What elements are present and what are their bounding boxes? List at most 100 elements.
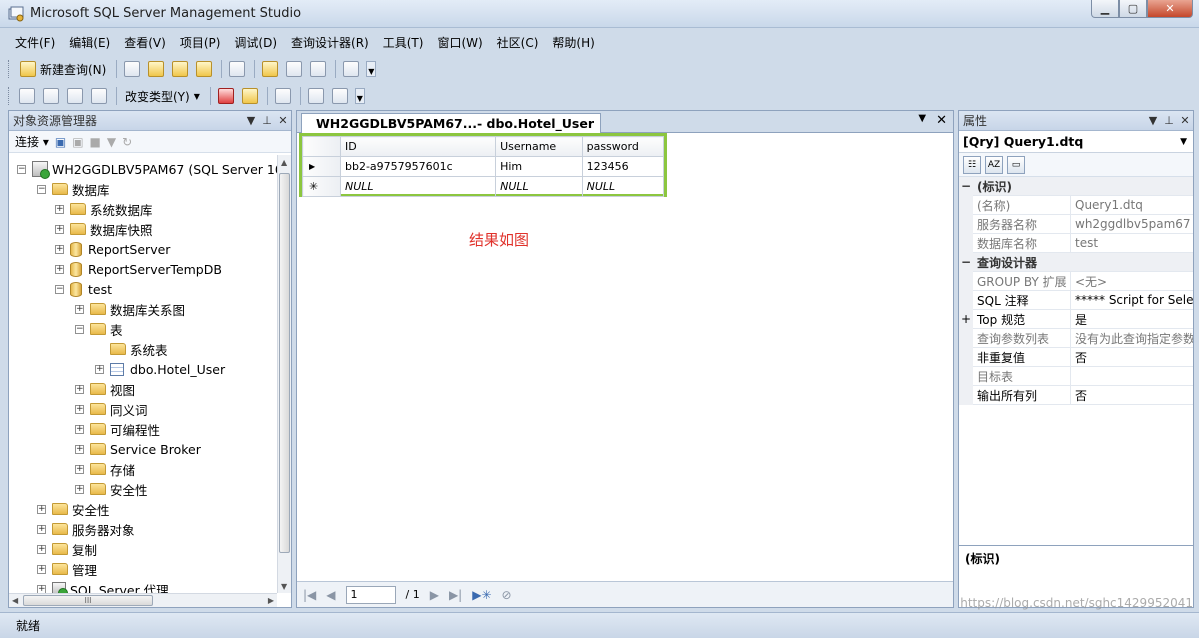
- tree-node-sql-agent[interactable]: + SQL Server 代理: [37, 579, 169, 593]
- toolbar-overflow-button[interactable]: ▼: [366, 61, 377, 77]
- alphabetical-icon[interactable]: AZ: [985, 155, 1003, 174]
- tree-node-databases[interactable]: − 数据库: [37, 179, 110, 199]
- expand-icon[interactable]: +: [75, 484, 84, 494]
- record-number-input[interactable]: 1: [345, 585, 396, 604]
- expand-icon[interactable]: +: [37, 504, 46, 514]
- chevron-down-icon[interactable]: ▼: [243, 114, 259, 127]
- tree-node-reportservertempdb[interactable]: + ReportServerTempDB: [55, 259, 222, 279]
- properties-object-selector[interactable]: [Qry] Query1.dtq ▼: [959, 131, 1193, 153]
- property-value[interactable]: ***** Script for Selec: [1071, 293, 1193, 307]
- property-value[interactable]: 否: [1071, 387, 1193, 404]
- expand-icon[interactable]: +: [37, 524, 46, 534]
- tree-node-database-diagrams[interactable]: + 数据库关系图: [75, 299, 185, 319]
- close-icon[interactable]: ✕: [275, 114, 291, 127]
- tree-node-replication[interactable]: + 复制: [37, 539, 97, 559]
- property-value[interactable]: 否: [1071, 349, 1193, 366]
- expand-icon[interactable]: +: [55, 264, 64, 274]
- property-row-output-all[interactable]: 输出所有列否: [959, 385, 1193, 405]
- collapse-icon[interactable]: −: [37, 184, 46, 194]
- grid-cell[interactable]: NULL: [495, 176, 583, 197]
- show-criteria-pane-button[interactable]: [40, 85, 62, 107]
- toolbar-grip[interactable]: [8, 60, 12, 78]
- scroll-left-icon[interactable]: ◀: [12, 596, 18, 605]
- new-row-icon[interactable]: ✳: [302, 176, 341, 197]
- new-record-icon[interactable]: ▶✳: [472, 588, 491, 602]
- collapse-icon[interactable]: −: [55, 284, 64, 294]
- group-by-button[interactable]: [272, 85, 294, 107]
- collapse-icon[interactable]: −: [959, 176, 973, 196]
- property-row-target-table[interactable]: 目标表: [959, 366, 1193, 386]
- filter-icon[interactable]: ▼: [107, 135, 116, 149]
- add-table-button[interactable]: [305, 85, 327, 107]
- menu-view[interactable]: 查看(V): [117, 34, 173, 51]
- change-type-dropdown[interactable]: 改变类型(Y) ▼: [121, 85, 204, 107]
- grid-cell[interactable]: NULL: [339, 176, 497, 197]
- scroll-right-icon[interactable]: ▶: [268, 596, 274, 605]
- tree-node-storage[interactable]: + 存储: [75, 459, 135, 479]
- next-record-icon[interactable]: ▶: [430, 588, 439, 602]
- property-row-group-by[interactable]: GROUP BY 扩展 <无>: [959, 271, 1193, 291]
- tree-node-service-broker[interactable]: + Service Broker: [75, 439, 201, 459]
- tree-node-system-tables[interactable]: 系统表: [95, 339, 168, 359]
- collapse-icon[interactable]: −: [75, 324, 84, 334]
- activity-monitor-button[interactable]: [340, 58, 362, 80]
- verify-sql-button[interactable]: [239, 85, 261, 107]
- expand-icon[interactable]: +: [75, 424, 84, 434]
- analysis-dmx-query-button[interactable]: [169, 58, 191, 80]
- grid-cell[interactable]: NULL: [581, 176, 665, 197]
- expand-icon[interactable]: +: [37, 564, 46, 574]
- scrollbar-thumb[interactable]: [279, 173, 290, 553]
- tree-node-db-security[interactable]: + 安全性: [75, 479, 148, 499]
- grid-cell[interactable]: 123456: [581, 156, 665, 177]
- pin-icon[interactable]: ⊥: [1161, 114, 1177, 127]
- tree-node-database-snapshots[interactable]: + 数据库快照: [55, 219, 153, 239]
- tree-node-hotel-user[interactable]: + dbo.Hotel_User: [95, 359, 225, 379]
- expand-icon[interactable]: +: [959, 309, 973, 329]
- menu-tools[interactable]: 工具(T): [376, 34, 431, 51]
- property-row-server-name[interactable]: 服务器名称 wh2ggdlbv5pam67: [959, 214, 1193, 234]
- collapse-icon[interactable]: −: [959, 252, 973, 272]
- menu-project[interactable]: 项目(P): [173, 34, 228, 51]
- tree-node-security[interactable]: + 安全性: [37, 499, 110, 519]
- property-row-sql-comment[interactable]: SQL 注释 ***** Script for Selec: [959, 290, 1193, 310]
- tree-node-server-objects[interactable]: + 服务器对象: [37, 519, 135, 539]
- chevron-down-icon[interactable]: ▼: [1145, 114, 1161, 127]
- property-value[interactable]: 是: [1071, 311, 1193, 328]
- tree-node-programmability[interactable]: + 可编程性: [75, 419, 160, 439]
- pin-icon[interactable]: ⊥: [259, 114, 275, 127]
- menu-query-designer[interactable]: 查询设计器(R): [284, 34, 376, 51]
- expand-icon[interactable]: +: [55, 224, 64, 234]
- menu-debug[interactable]: 调试(D): [227, 34, 284, 51]
- connect-button[interactable]: 连接 ▾: [15, 133, 49, 150]
- expand-icon[interactable]: +: [75, 464, 84, 474]
- collapse-icon[interactable]: −: [17, 164, 26, 174]
- toolbar-overflow-button[interactable]: ▼: [354, 88, 365, 104]
- tree-node-tables[interactable]: − 表: [75, 319, 123, 339]
- scrollbar-thumb[interactable]: III: [23, 595, 153, 606]
- tree-node-server[interactable]: − WH2GGDLBV5PAM67 (SQL Server 10.5: [17, 159, 277, 179]
- property-pages-icon[interactable]: ▭: [1007, 155, 1025, 174]
- expand-icon[interactable]: +: [55, 244, 64, 254]
- print-button[interactable]: [307, 58, 329, 80]
- tree-node-management[interactable]: + 管理: [37, 559, 97, 579]
- tree-node-views[interactable]: + 视图: [75, 379, 135, 399]
- property-row-name[interactable]: (名称) Query1.dtq: [959, 195, 1193, 215]
- menu-file[interactable]: 文件(F): [8, 34, 62, 51]
- grid-corner[interactable]: [302, 136, 341, 157]
- disconnect-icon[interactable]: ▣: [72, 135, 83, 149]
- expand-icon[interactable]: +: [75, 384, 84, 394]
- new-query-button[interactable]: 新建查询(N): [16, 58, 110, 80]
- show-sql-pane-button[interactable]: [64, 85, 86, 107]
- property-row-database-name[interactable]: 数据库名称 test: [959, 233, 1193, 253]
- add-derived-table-button[interactable]: [329, 85, 351, 107]
- grid-cell[interactable]: bb2-a9757957601c: [339, 156, 497, 177]
- connect-object-icon[interactable]: ▣: [55, 135, 66, 149]
- expand-icon[interactable]: +: [75, 404, 84, 414]
- analysis-xmla-query-button[interactable]: [193, 58, 215, 80]
- object-explorer-vertical-scrollbar[interactable]: ▲ ▼: [277, 155, 291, 593]
- menu-window[interactable]: 窗口(W): [430, 34, 489, 51]
- column-header-username[interactable]: Username: [495, 136, 583, 157]
- tree-node-synonyms[interactable]: + 同义词: [75, 399, 148, 419]
- menu-edit[interactable]: 编辑(E): [62, 34, 117, 51]
- expand-icon[interactable]: +: [75, 444, 84, 454]
